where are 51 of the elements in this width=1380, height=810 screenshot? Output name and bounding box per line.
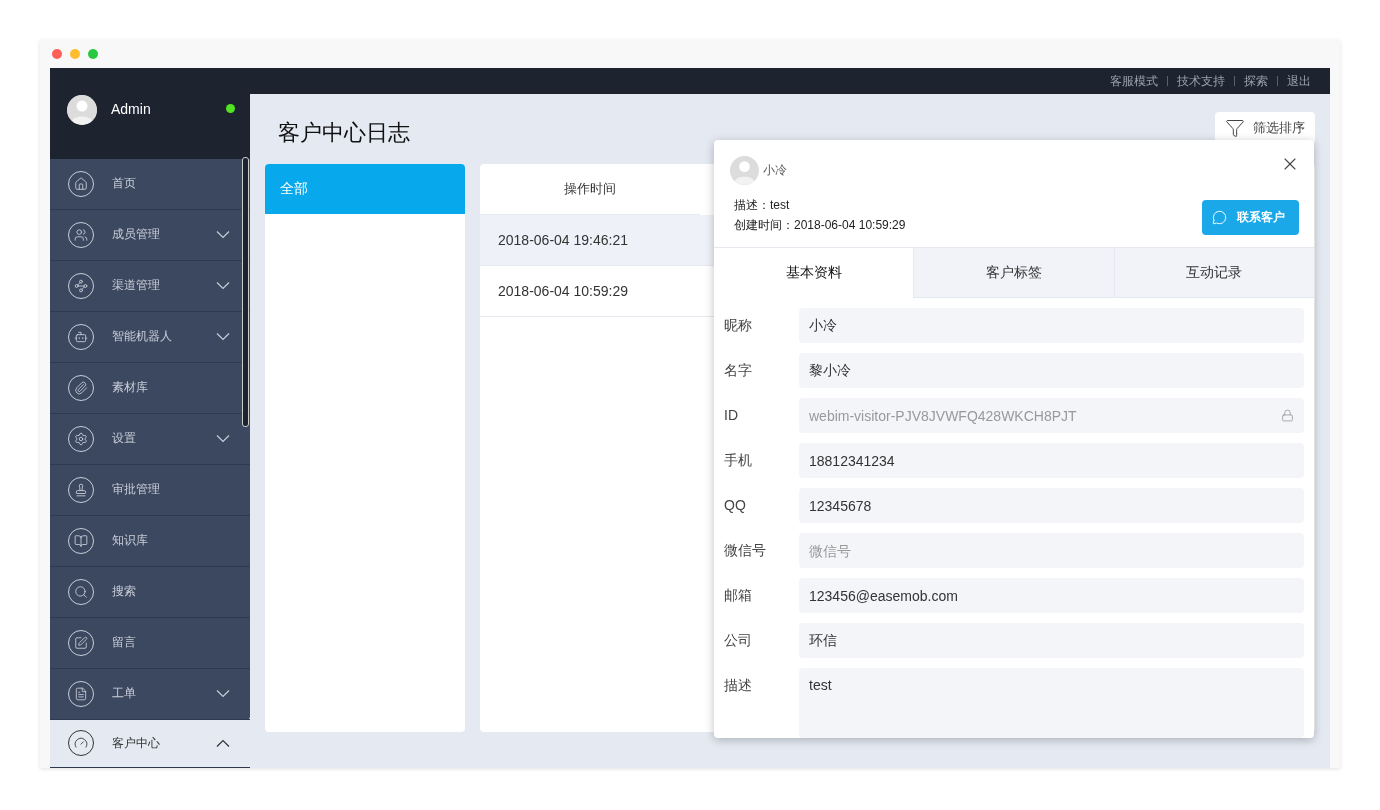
scrollbar[interactable] (242, 156, 249, 427)
sidebar-item[interactable]: 工单 (50, 668, 250, 720)
field-label: 邮箱 (724, 586, 753, 605)
field-label: 微信号 (724, 541, 767, 560)
description-text: 描述：test (734, 197, 790, 214)
avatar-icon (730, 156, 759, 185)
user-name: Admin (111, 101, 151, 117)
input-field[interactable]: 小冷 (799, 308, 1304, 343)
lock-icon (1281, 409, 1294, 422)
text-area[interactable]: test (799, 668, 1304, 738)
input-field[interactable]: 18812341234 (799, 443, 1304, 478)
chevron-down-icon (216, 332, 230, 341)
page-title: 客户中心日志 (278, 119, 410, 147)
avatar-icon (67, 95, 97, 125)
field-label: 描述 (724, 676, 753, 695)
field-label: ID (724, 406, 739, 423)
input-field[interactable]: 123456@easemob.com (799, 578, 1304, 613)
table-cell: 2018-06-04 10:59:29 (498, 283, 628, 299)
top-link[interactable]: 技术支持 (1167, 76, 1234, 86)
sidebar-item[interactable]: 审批管理 (50, 464, 250, 516)
table-row[interactable]: 2018-06-04 19:46:21 (480, 215, 714, 266)
field-label: 昵称 (724, 316, 753, 335)
chevron-up-icon (216, 739, 230, 748)
customer-name: 小冷 (763, 162, 787, 179)
table-cell: 2018-06-04 19:46:21 (498, 232, 628, 248)
tab[interactable]: 互动记录 (1113, 248, 1314, 298)
chat-bubble-icon (1212, 210, 1227, 225)
sidebar-item[interactable]: 留言 (50, 617, 250, 669)
created-time: 创建时间：2018-06-04 10:59:29 (734, 217, 906, 234)
chevron-down-icon (216, 689, 230, 698)
chevron-down-icon (216, 434, 230, 443)
sidebar-item[interactable]: 搜索 (50, 566, 250, 618)
minimize-dot[interactable] (70, 49, 80, 59)
top-link[interactable]: 客服模式 (1101, 76, 1167, 86)
sidebar-item[interactable]: 知识库 (50, 515, 250, 567)
input-field[interactable]: 微信号 (799, 533, 1304, 568)
top-link[interactable]: 退出 (1277, 76, 1320, 86)
maximize-dot[interactable] (88, 49, 98, 59)
filter-icon (1225, 118, 1245, 138)
input-field[interactable]: 12345678 (799, 488, 1304, 523)
field-label: 公司 (724, 631, 753, 650)
top-link[interactable]: 探索 (1234, 76, 1277, 86)
close-dot[interactable] (52, 49, 62, 59)
chevron-down-icon (216, 281, 230, 290)
tab[interactable]: 客户标签 (913, 248, 1114, 298)
chevron-down-icon (216, 230, 230, 239)
field-label: 名字 (724, 361, 753, 380)
input-field[interactable]: 黎小冷 (799, 353, 1304, 388)
field-label: 手机 (724, 451, 753, 470)
field-label: QQ (724, 496, 747, 513)
input-field[interactable]: 环信 (799, 623, 1304, 658)
